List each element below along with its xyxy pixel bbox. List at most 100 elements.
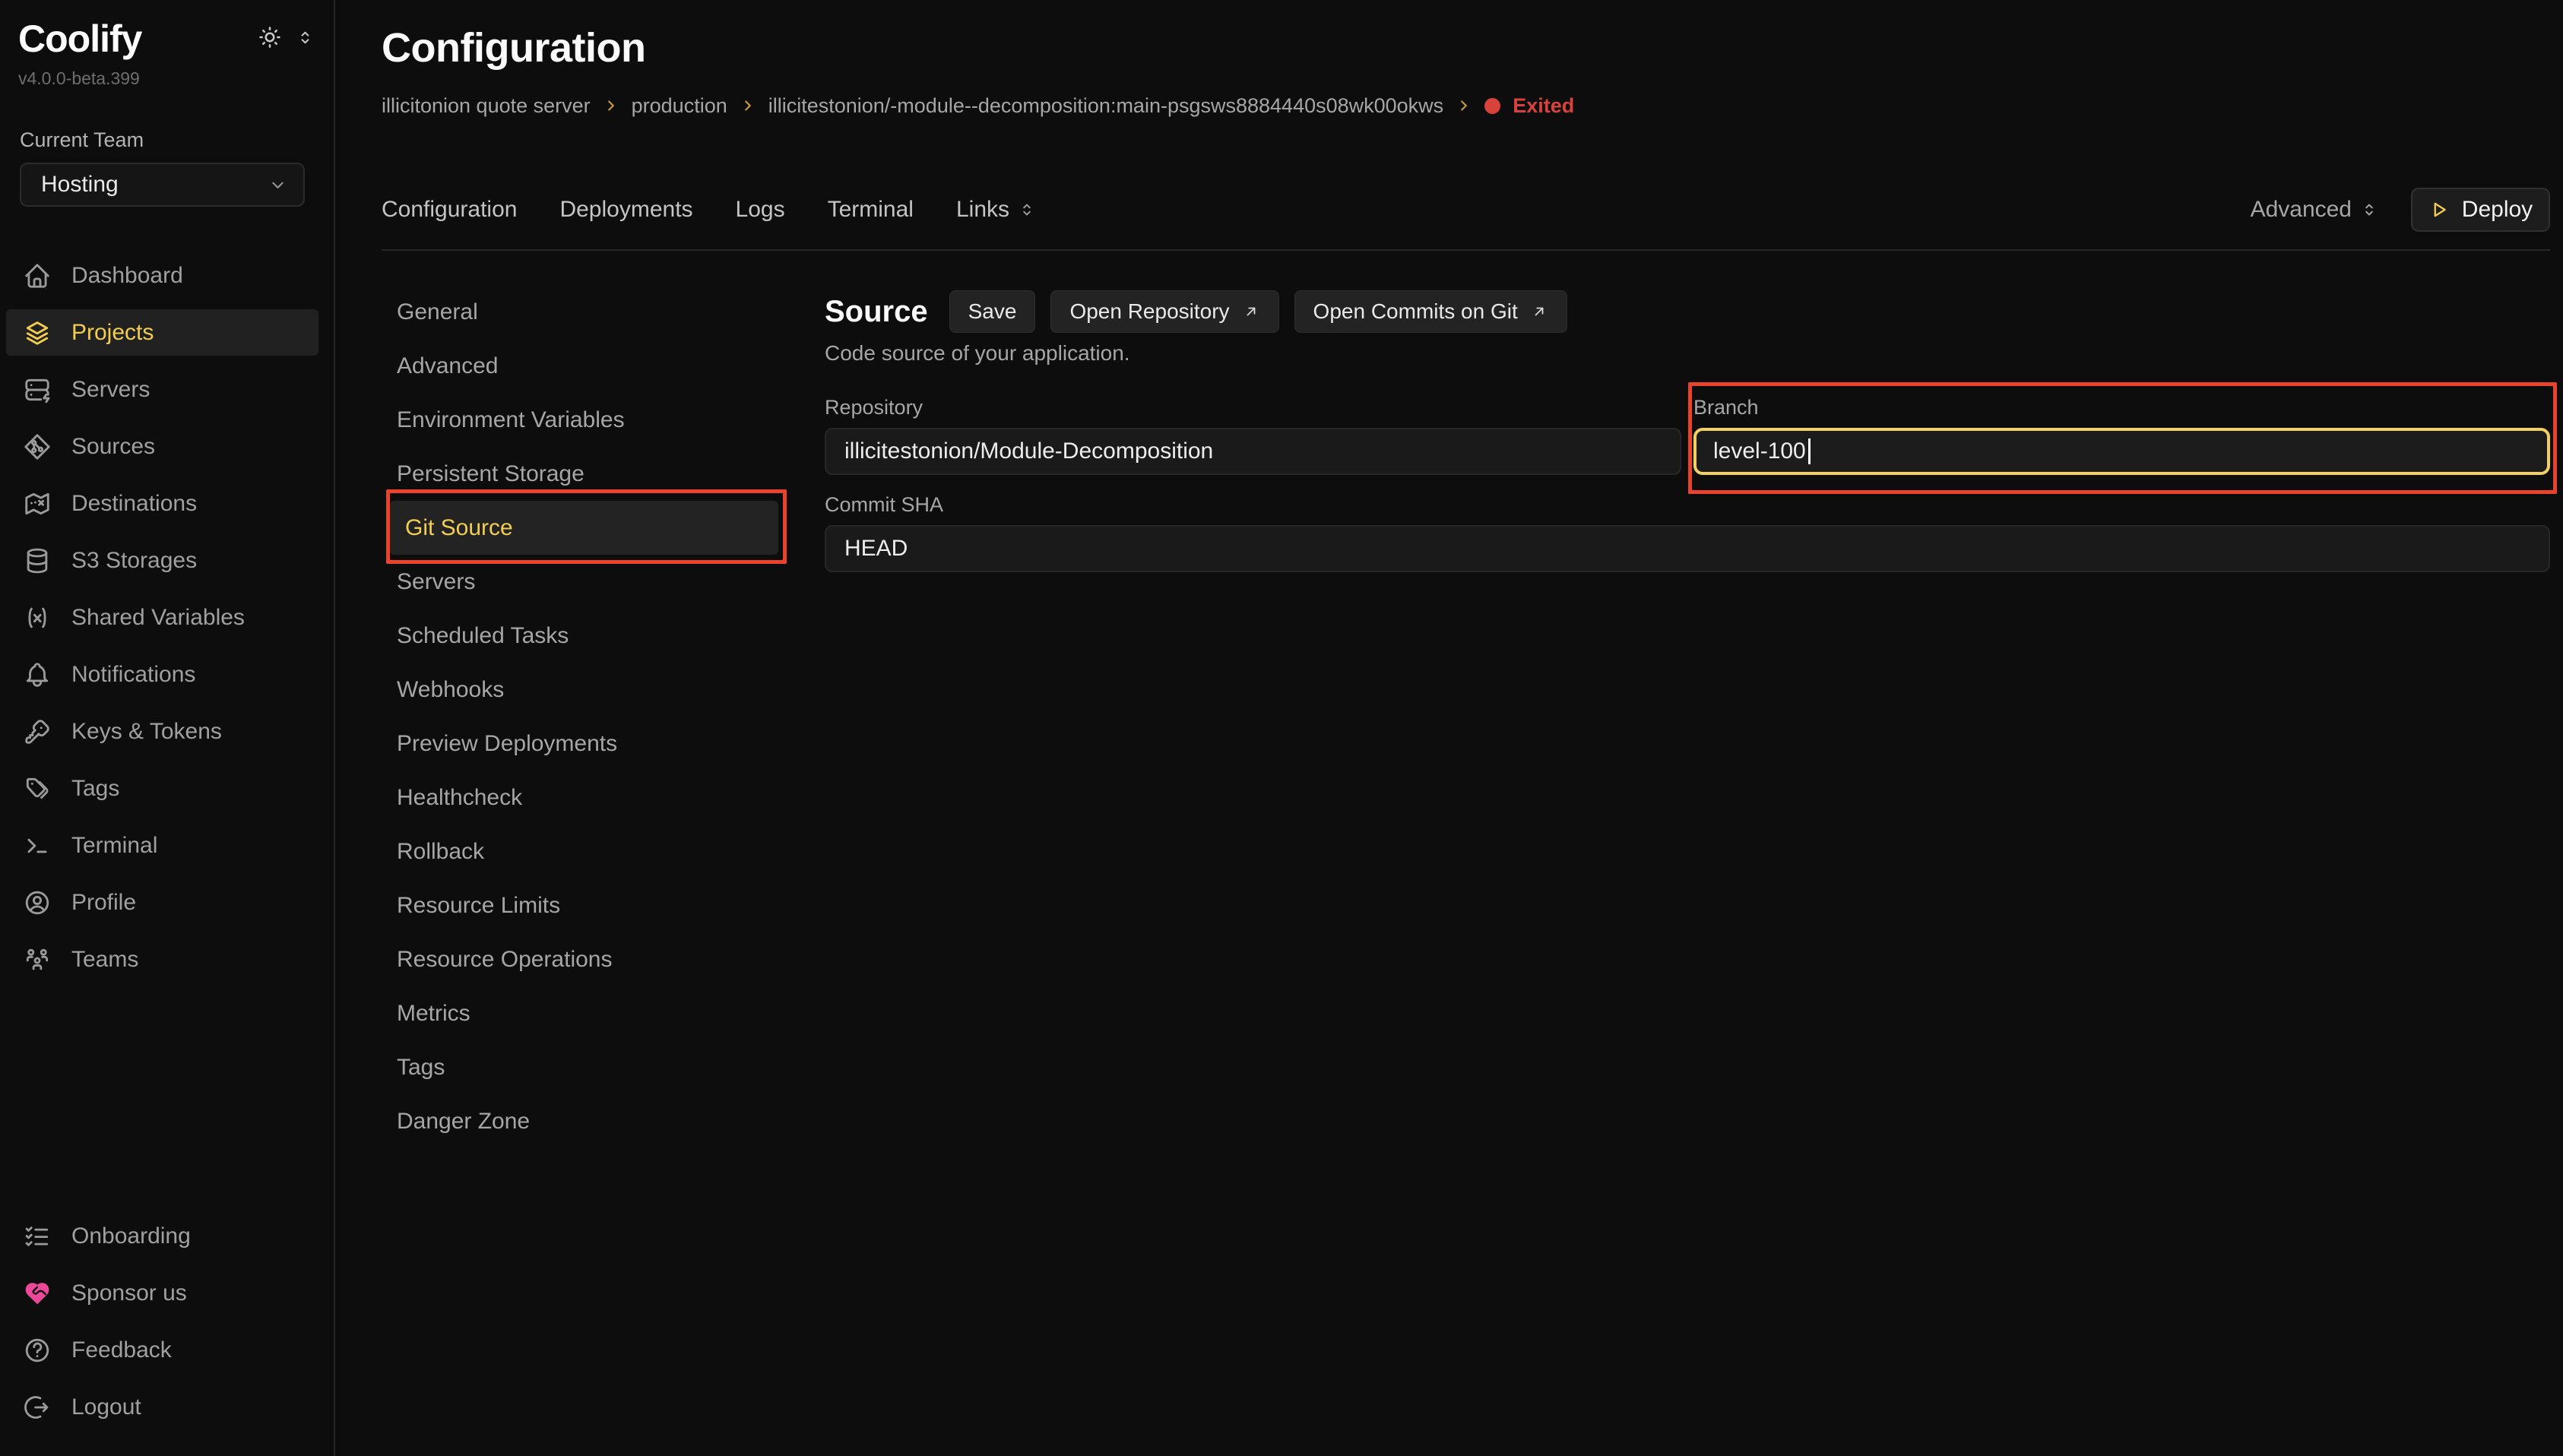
repository-input[interactable]: illicitestonion/Module-Decomposition [825,428,1681,475]
subnav-item-git-source[interactable]: Git Source [390,501,778,555]
status-badge: Exited [1513,94,1574,118]
subnav-item-servers[interactable]: Servers [382,555,788,609]
subnav-item-webhooks[interactable]: Webhooks [382,663,788,717]
subnav-item-resource-limits[interactable]: Resource Limits [382,878,788,932]
breadcrumb-environment[interactable]: production [632,94,727,118]
theme-sun-icon[interactable] [257,24,283,50]
sidebar-item-s3-storages[interactable]: S3 Storages [6,537,318,584]
variable-icon [23,603,52,632]
branch-label: Branch [1693,394,2550,420]
subnav-item-general[interactable]: General [382,285,788,339]
database-icon [23,546,52,575]
bell-icon [23,660,52,689]
subnav-item-healthcheck[interactable]: Healthcheck [382,771,788,825]
arrow-up-right-icon [1242,302,1260,321]
chevron-down-icon [268,175,288,195]
sidebar-item-teams[interactable]: Teams [6,936,318,983]
repository-field-group: Repository illicitestonion/Module-Decomp… [825,394,1681,475]
server-icon [23,375,52,404]
app-logo: Coolify [18,20,141,58]
subnav-item-rollback[interactable]: Rollback [382,825,788,878]
tab-terminal[interactable]: Terminal [828,197,914,223]
tabs-row: Configuration Deployments Logs Terminal … [382,185,2550,234]
save-button[interactable]: Save [949,290,1036,333]
checklist-icon [23,1222,52,1251]
sidebar-item-label: Logout [71,1394,141,1420]
git-source-annotation-box: Git Source [386,489,787,564]
sidebar-item-label: Projects [71,320,154,346]
subnav-item-tags[interactable]: Tags [382,1040,788,1094]
tab-links[interactable]: Links [956,197,1037,223]
sidebar-item-terminal[interactable]: Terminal [6,822,318,869]
users-icon [23,945,52,974]
team-select-value: Hosting [41,172,119,198]
subnav-item-advanced[interactable]: Advanced [382,339,788,393]
subnav-item-scheduled-tasks[interactable]: Scheduled Tasks [382,609,788,663]
sidebar-item-feedback[interactable]: Feedback [6,1327,318,1373]
text-cursor [1808,438,1811,464]
breadcrumb-resource[interactable]: illicitestonion/-module--decomposition:m… [768,94,1443,118]
chevron-right-icon [603,97,619,114]
tags-icon [23,774,52,803]
sidebar-item-servers[interactable]: Servers [6,366,318,413]
subnav-item-resource-operations[interactable]: Resource Operations [382,932,788,986]
deploy-button[interactable]: Deploy [2411,188,2550,232]
open-repository-button[interactable]: Open Repository [1050,290,1278,333]
sidebar-item-label: Sponsor us [71,1280,187,1306]
user-circle-icon [23,888,52,917]
sidebar-item-label: Servers [71,377,150,403]
repository-label: Repository [825,394,1681,420]
open-commits-button[interactable]: Open Commits on Git [1294,290,1567,333]
tab-logs[interactable]: Logs [736,197,785,223]
sidebar-item-sources[interactable]: Sources [6,423,318,470]
sidebar-item-tags[interactable]: Tags [6,765,318,812]
sidebar-item-label: Destinations [71,491,197,517]
section-description: Code source of your application. [825,341,2550,366]
sidebar-item-profile[interactable]: Profile [6,879,318,926]
branch-field-group: Branch level-100 [1693,394,2550,475]
team-select[interactable]: Hosting [20,163,305,207]
page-title: Configuration [382,23,2550,73]
help-circle-icon [23,1336,52,1365]
commit-sha-field-group: Commit SHA HEAD [825,492,2550,572]
tab-configuration[interactable]: Configuration [382,197,517,223]
breadcrumb-project[interactable]: illicitonion quote server [382,94,591,118]
layers-icon [23,318,52,347]
selector-icon [1017,200,1037,220]
branch-input[interactable]: level-100 [1693,428,2550,475]
breadcrumb: illicitonion quote server production ill… [382,91,2550,120]
subnav-item-danger-zone[interactable]: Danger Zone [382,1094,788,1148]
commit-sha-label: Commit SHA [825,492,2550,518]
sidebar-item-sponsor-us[interactable]: Sponsor us [6,1270,318,1316]
terminal-icon [23,831,52,860]
sidebar-item-onboarding[interactable]: Onboarding [6,1213,318,1259]
subnav-item-metrics[interactable]: Metrics [382,986,788,1040]
advanced-menu[interactable]: Advanced [2251,197,2379,223]
sidebar-item-shared-variables[interactable]: Shared Variables [6,594,318,641]
sidebar-nav: Dashboard Projects Servers Sources Desti… [0,252,334,993]
sidebar-item-label: Profile [71,890,136,916]
app-version: v4.0.0-beta.399 [0,68,334,89]
sidebar-item-label: Onboarding [71,1223,191,1249]
theme-selector-icon[interactable] [295,27,315,48]
chevron-right-icon [1456,97,1472,114]
sidebar-header: Coolify [0,20,334,58]
divider [382,249,2550,251]
subnav-item-preview-deployments[interactable]: Preview Deployments [382,717,788,771]
map-icon [23,489,52,518]
commit-sha-input[interactable]: HEAD [825,525,2550,572]
sidebar-item-dashboard[interactable]: Dashboard [6,252,318,299]
tab-deployments[interactable]: Deployments [559,197,692,223]
git-source-panel: Source Save Open Repository Open Commits… [825,285,2550,572]
subnav-item-environment-variables[interactable]: Environment Variables [382,393,788,447]
sidebar-item-keys-tokens[interactable]: Keys & Tokens [6,708,318,755]
sidebar-item-projects[interactable]: Projects [6,309,318,356]
sidebar-item-label: S3 Storages [71,548,197,574]
sidebar-item-destinations[interactable]: Destinations [6,480,318,527]
sidebar-item-label: Teams [71,947,138,973]
sidebar-item-logout[interactable]: Logout [6,1384,318,1430]
sidebar-item-notifications[interactable]: Notifications [6,651,318,698]
branch-annotation-box: Branch level-100 [1688,382,2557,494]
git-icon [23,432,52,461]
arrow-up-right-icon [1530,302,1548,321]
